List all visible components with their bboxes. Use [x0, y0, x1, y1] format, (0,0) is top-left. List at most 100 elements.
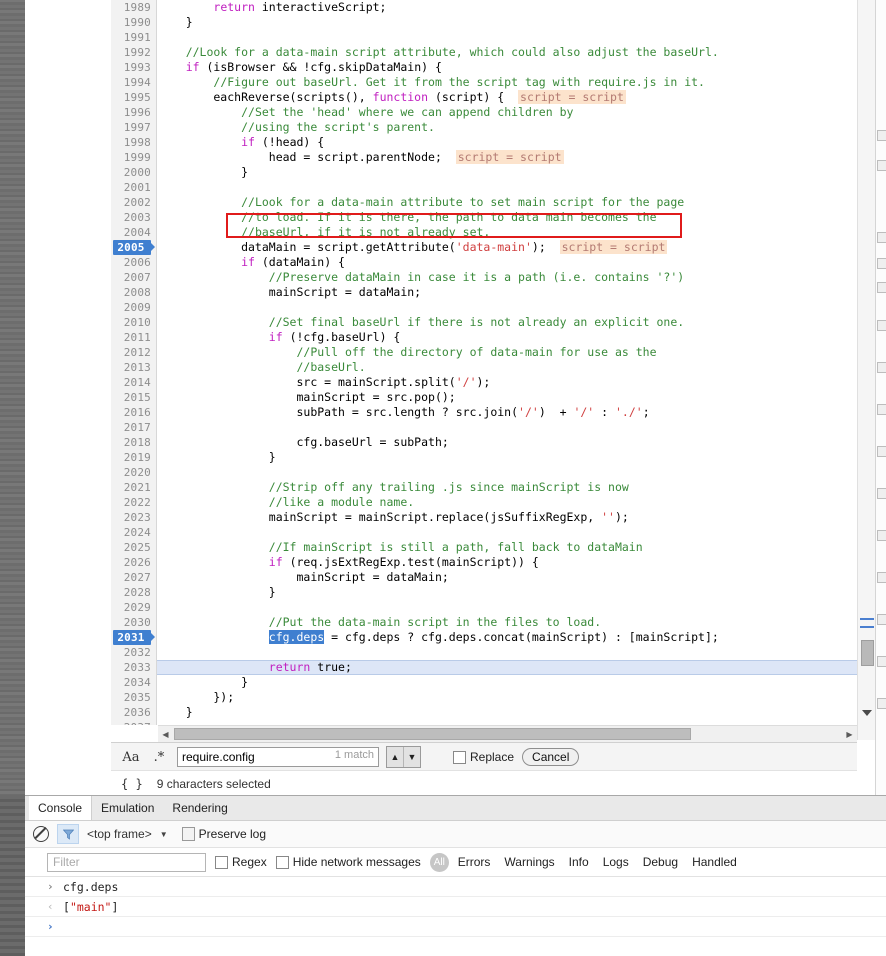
- code-line[interactable]: 2008 mainScript = dataMain;: [111, 285, 857, 300]
- code-line-text[interactable]: //to load. If it is there, the path to d…: [158, 210, 656, 225]
- line-number[interactable]: 2029: [111, 600, 151, 615]
- line-number[interactable]: 1989: [111, 0, 151, 15]
- line-number[interactable]: 2016: [111, 405, 151, 420]
- line-number[interactable]: 2028: [111, 585, 151, 600]
- code-line-text[interactable]: eachReverse(scripts(), function (script)…: [158, 90, 626, 105]
- line-number[interactable]: 2002: [111, 195, 151, 210]
- code-line-text[interactable]: }: [158, 450, 276, 465]
- scroll-left-arrow-icon[interactable]: ◀: [158, 726, 173, 742]
- code-line-text[interactable]: src = mainScript.split('/');: [158, 375, 490, 390]
- line-number[interactable]: 2025: [111, 540, 151, 555]
- code-line[interactable]: 1995 eachReverse(scripts(), function (sc…: [111, 90, 857, 105]
- level-filter-all[interactable]: All: [429, 852, 449, 872]
- line-number[interactable]: 2013: [111, 360, 151, 375]
- code-line[interactable]: 2022 //like a module name.: [111, 495, 857, 510]
- editor-vertical-scrollbar[interactable]: [857, 0, 876, 740]
- code-line[interactable]: 2027 mainScript = dataMain;: [111, 570, 857, 585]
- clear-console-icon[interactable]: [33, 826, 49, 842]
- devtools-dock[interactable]: Console Emulation Rendering <top frame> ▼ …: [25, 795, 886, 956]
- code-line[interactable]: 2007 //Preserve dataMain in case it is a…: [111, 270, 857, 285]
- console-row-output[interactable]: ‹ ["main"]: [25, 897, 886, 917]
- code-line[interactable]: 2035 });: [111, 690, 857, 705]
- regex-checkbox-box[interactable]: [215, 855, 228, 869]
- source-editor-pane[interactable]: 1989 return interactiveScript; 1990 } 1991…: [111, 0, 857, 795]
- code-line[interactable]: 2036 }: [111, 705, 857, 720]
- code-line[interactable]: 2005 dataMain = script.getAttribute('dat…: [111, 240, 857, 255]
- line-number[interactable]: 2015: [111, 390, 151, 405]
- code-line[interactable]: 2002 //Look for a data-main attribute to…: [111, 195, 857, 210]
- console-row-input[interactable]: › cfg.deps: [25, 877, 886, 897]
- line-number[interactable]: 2000: [111, 165, 151, 180]
- line-number[interactable]: 2011: [111, 330, 151, 345]
- match-case-icon[interactable]: Aa: [121, 750, 141, 765]
- code-line[interactable]: 2010 //Set final baseUrl if there is not…: [111, 315, 857, 330]
- code-line-text[interactable]: //Set the 'head' where we can append chi…: [158, 105, 573, 120]
- find-input[interactable]: require.config 1 match: [177, 747, 379, 767]
- line-number[interactable]: 1994: [111, 75, 151, 90]
- line-number[interactable]: 1993: [111, 60, 151, 75]
- code-line-text[interactable]: subPath = src.length ? src.join('/') + '…: [158, 405, 649, 420]
- code-line-text[interactable]: }: [158, 165, 248, 180]
- scroll-down-arrow-icon[interactable]: [862, 710, 872, 716]
- code-line[interactable]: 2029: [111, 600, 857, 615]
- line-number[interactable]: 2003: [111, 210, 151, 225]
- line-number[interactable]: 2035: [111, 690, 151, 705]
- code-line[interactable]: 2013 //baseUrl.: [111, 360, 857, 375]
- line-number[interactable]: 2023: [111, 510, 151, 525]
- line-number[interactable]: 2019: [111, 450, 151, 465]
- funnel-icon[interactable]: [57, 824, 79, 844]
- level-filter-logs[interactable]: Logs: [603, 855, 629, 869]
- line-number[interactable]: 1990: [111, 15, 151, 30]
- line-number[interactable]: 2010: [111, 315, 151, 330]
- code-line-text[interactable]: }: [158, 585, 276, 600]
- editor-horizontal-scrollbar[interactable]: ◀ ▶: [158, 725, 857, 742]
- line-number[interactable]: 1991: [111, 30, 151, 45]
- line-number[interactable]: 2001: [111, 180, 151, 195]
- line-number[interactable]: 2036: [111, 705, 151, 720]
- code-line[interactable]: 2030 //Put the data-main script in the f…: [111, 615, 857, 630]
- code-line-text[interactable]: }: [158, 675, 248, 690]
- code-line-text[interactable]: //using the script's parent.: [158, 120, 435, 135]
- code-line[interactable]: 2021 //Strip off any trailing .js since …: [111, 480, 857, 495]
- code-line-text[interactable]: //like a module name.: [158, 495, 414, 510]
- line-number[interactable]: 2012: [111, 345, 151, 360]
- replace-checkbox-box[interactable]: [453, 750, 466, 764]
- frame-selector[interactable]: <top frame>: [87, 827, 152, 841]
- code-line-text[interactable]: }: [158, 705, 193, 720]
- code-line[interactable]: 2032: [111, 645, 857, 660]
- code-line[interactable]: 2020: [111, 465, 857, 480]
- level-filter-warnings[interactable]: Warnings: [504, 855, 554, 869]
- find-next-button[interactable]: ▼: [403, 747, 420, 767]
- line-number[interactable]: 1998: [111, 135, 151, 150]
- line-number[interactable]: 2027: [111, 570, 151, 585]
- line-number[interactable]: 2024: [111, 525, 151, 540]
- horizontal-scroll-thumb[interactable]: [174, 728, 691, 740]
- code-lines[interactable]: 1989 return interactiveScript; 1990 } 1991…: [111, 0, 857, 725]
- code-line[interactable]: 2024: [111, 525, 857, 540]
- code-line-text[interactable]: if (!head) {: [158, 135, 324, 150]
- code-line-text[interactable]: mainScript = dataMain;: [158, 285, 421, 300]
- code-line[interactable]: 2006 if (dataMain) {: [111, 255, 857, 270]
- console-row-prompt[interactable]: ›: [25, 917, 886, 937]
- line-number[interactable]: 2006: [111, 255, 151, 270]
- line-number[interactable]: 2018: [111, 435, 151, 450]
- code-line-text[interactable]: if (dataMain) {: [158, 255, 345, 270]
- code-line-text[interactable]: dataMain = script.getAttribute('data-mai…: [158, 240, 668, 255]
- code-line-text[interactable]: //baseUrl.: [158, 360, 365, 375]
- code-line[interactable]: 1993 if (isBrowser && !cfg.skipDataMain)…: [111, 60, 857, 75]
- regex-toggle-icon[interactable]: .*: [149, 750, 169, 765]
- line-number[interactable]: 2032: [111, 645, 151, 660]
- code-line[interactable]: 2023 mainScript = mainScript.replace(jsS…: [111, 510, 857, 525]
- vertical-scroll-thumb[interactable]: [861, 640, 874, 666]
- code-line[interactable]: 1996 //Set the 'head' where we can appen…: [111, 105, 857, 120]
- code-line[interactable]: 2003 //to load. If it is there, the path…: [111, 210, 857, 225]
- code-line-text[interactable]: //Preserve dataMain in case it is a path…: [158, 270, 684, 285]
- code-line-text[interactable]: });: [158, 690, 234, 705]
- code-line[interactable]: 2014 src = mainScript.split('/');: [111, 375, 857, 390]
- code-line[interactable]: 2009: [111, 300, 857, 315]
- code-line-text[interactable]: //Set final baseUrl if there is not alre…: [158, 315, 684, 330]
- line-number[interactable]: 2030: [111, 615, 151, 630]
- code-line[interactable]: 2025 //If mainScript is still a path, fa…: [111, 540, 857, 555]
- line-number[interactable]: 1995: [111, 90, 151, 105]
- line-number[interactable]: 2014: [111, 375, 151, 390]
